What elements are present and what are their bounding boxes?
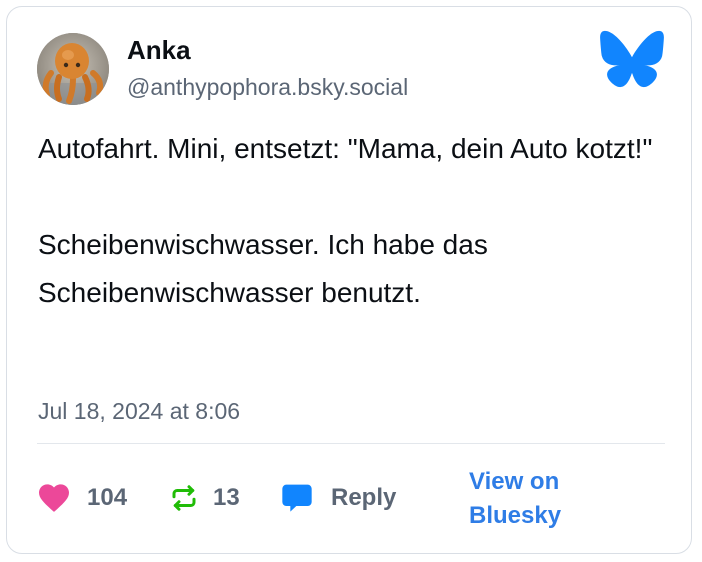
octopus-plush-avatar: [37, 33, 109, 105]
heart-icon: [39, 484, 69, 512]
post-card: Anka @anthypophora.bsky.social Autofahrt…: [6, 6, 692, 554]
reply-bubble-icon: [282, 484, 312, 512]
post-paragraph: Autofahrt. Mini, entsetzt: "Mama, dein A…: [38, 133, 653, 164]
author-handle[interactable]: @anthypophora.bsky.social: [127, 71, 408, 103]
bluesky-logo: [600, 30, 664, 88]
post-timestamp[interactable]: Jul 18, 2024 at 8:06: [38, 395, 240, 427]
repost-button[interactable]: 13: [169, 481, 240, 515]
view-on-bluesky-link[interactable]: View on Bluesky: [469, 465, 599, 533]
like-count: 104: [87, 484, 128, 511]
divider: [37, 443, 665, 444]
reply-label: Reply: [331, 484, 397, 511]
post-paragraph: Scheibenwischwasser. Ich habe das Scheib…: [38, 229, 488, 308]
post-text: Autofahrt. Mini, entsetzt: "Mama, dein A…: [38, 125, 678, 317]
like-button[interactable]: 104: [37, 481, 127, 515]
reply-button[interactable]: Reply: [281, 481, 396, 515]
author-avatar[interactable]: [37, 33, 109, 105]
bluesky-butterfly-icon[interactable]: [599, 29, 665, 89]
repost-count: 13: [213, 484, 240, 511]
author-name[interactable]: Anka: [127, 33, 191, 67]
repost-icon: [172, 485, 196, 511]
